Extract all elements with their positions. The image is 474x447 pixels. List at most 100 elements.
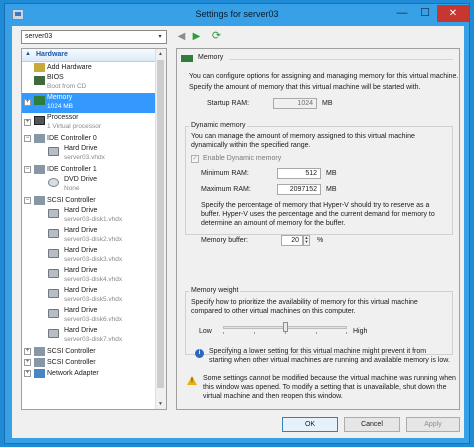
controller-icon — [34, 347, 45, 356]
collapse-icon[interactable]: − — [24, 135, 31, 142]
collapse-icon[interactable]: − — [24, 197, 31, 204]
tree-item-detail: server03-disk6.vhdx — [64, 316, 123, 323]
tree-item[interactable]: + Network Adapter — [22, 368, 156, 379]
info-icon: i — [195, 349, 204, 358]
tree-item[interactable]: Hard Drive server03-disk6.vhdx — [22, 306, 156, 326]
hard-drive-icon — [48, 309, 59, 318]
tree-item-label: Hard Drive — [64, 287, 98, 294]
memory-buffer-input[interactable]: 20 — [281, 235, 303, 246]
weight-info-line-1: Specifying a lower setting for this virt… — [209, 348, 427, 355]
tree-item-label: Hard Drive — [64, 267, 98, 274]
memory-intro-text: You can configure options for assigning … — [189, 73, 459, 80]
warning-line-1: Some settings cannot be modified because… — [203, 375, 456, 382]
memory-section-title: Memory — [198, 54, 224, 61]
maximize-button[interactable]: ☐ — [414, 5, 436, 22]
controller-icon — [34, 358, 45, 367]
collapse-icon[interactable]: − — [24, 166, 31, 173]
close-button[interactable]: ✕ — [437, 5, 469, 22]
expand-icon[interactable]: + — [24, 119, 31, 126]
expand-icon[interactable]: + — [24, 370, 31, 377]
controller-icon — [34, 134, 45, 143]
tree-item[interactable]: Hard Drive server03.vhdx — [22, 144, 156, 164]
enable-dynamic-memory-checkbox[interactable]: ✓ — [191, 155, 199, 163]
maximum-ram-label: Maximum RAM: — [201, 186, 251, 193]
tree-item[interactable]: − IDE Controller 0 — [22, 133, 156, 144]
controller-icon — [34, 165, 45, 174]
tree-item[interactable]: Hard Drive server03-disk4.vhdx — [22, 266, 156, 286]
tree-item[interactable]: DVD Drive None — [22, 175, 156, 195]
tree-item-label: Add Hardware — [47, 64, 92, 71]
buffer-desc-line-1: Specify the percentage of memory that Hy… — [201, 202, 430, 209]
minimum-ram-input[interactable]: 512 — [277, 168, 321, 179]
tree-item[interactable]: Hard Drive server03-disk1.vhdx — [22, 206, 156, 226]
tree-item-label: SCSI Controller — [47, 359, 96, 366]
memory-weight-slider-thumb[interactable] — [283, 322, 288, 332]
weight-desc-line-1: Specify how to prioritize the availabili… — [191, 299, 418, 306]
tree-item[interactable]: − IDE Controller 1 — [22, 164, 156, 175]
hardware-tree[interactable]: ▲ Hardware Add Hardware BIOS Boot from CD +… — [21, 48, 167, 410]
hard-drive-icon — [48, 209, 59, 218]
ok-button[interactable]: OK — [282, 417, 338, 432]
tree-item[interactable]: + SCSI Controller — [22, 357, 156, 368]
tree-item[interactable]: − SCSI Controller — [22, 195, 156, 206]
memory-weight-title: Memory weight — [189, 287, 241, 294]
expand-icon[interactable]: + — [24, 359, 31, 366]
tree-scrollbar[interactable]: ▲ ▼ — [155, 49, 166, 409]
dynamic-desc-line-1: You can manage the amount of memory assi… — [191, 133, 415, 140]
chevron-down-icon[interactable]: ▾ — [154, 31, 166, 43]
tree-item-label: Processor — [47, 114, 79, 121]
scroll-down-icon[interactable]: ▼ — [158, 401, 163, 407]
tree-item-label: IDE Controller 1 — [47, 166, 97, 173]
dvd-drive-icon — [48, 178, 59, 187]
hard-drive-icon — [48, 147, 59, 156]
tree-item[interactable]: Hard Drive server03-disk7.vhdx — [22, 326, 156, 346]
vm-selector-dropdown[interactable]: server03 ▾ — [21, 30, 167, 44]
hard-drive-icon — [48, 229, 59, 238]
hardware-section-header[interactable]: ▲ Hardware — [22, 49, 156, 62]
expand-icon[interactable]: + — [24, 99, 31, 106]
tree-item-detail: server03-disk1.vhdx — [64, 216, 123, 223]
refresh-icon[interactable]: ⟳ — [210, 30, 223, 43]
startup-ram-input[interactable]: 1024 — [273, 98, 317, 109]
hard-drive-icon — [48, 329, 59, 338]
back-arrow-icon[interactable]: ◀ — [175, 30, 188, 43]
scrollbar-thumb[interactable] — [157, 60, 164, 388]
tree-item-detail: 1 Virtual processor — [47, 123, 102, 130]
expand-icon[interactable]: + — [24, 348, 31, 355]
hard-drive-icon — [48, 289, 59, 298]
memory-buffer-spinner[interactable]: ▲ ▼ — [303, 235, 310, 246]
collapse-chevron-icon: ▲ — [25, 51, 31, 57]
apply-button[interactable]: Apply — [406, 417, 460, 432]
tree-item[interactable]: + Memory 1024 MB — [22, 93, 156, 113]
tree-item-label: SCSI Controller — [47, 197, 96, 204]
weight-desc-line-2: compared to other virtual machines on th… — [191, 308, 356, 315]
minimize-button[interactable]: — — [391, 5, 413, 22]
tree-item-label: Hard Drive — [64, 247, 98, 254]
weight-low-label: Low — [199, 328, 212, 335]
title-bar[interactable]: Settings for server03 — ☐ ✕ — [5, 4, 469, 26]
tree-item-detail: server03-disk7.vhdx — [64, 336, 123, 343]
tree-item[interactable]: + SCSI Controller — [22, 346, 156, 357]
slider-tick — [346, 332, 347, 334]
minimum-ram-unit: MB — [326, 170, 337, 177]
tree-item[interactable]: Hard Drive server03-disk2.vhdx — [22, 226, 156, 246]
scroll-up-icon[interactable]: ▲ — [158, 51, 163, 57]
buffer-desc-line-2: buffer. Hyper-V uses the percentage and … — [201, 211, 435, 218]
tree-item[interactable]: Hard Drive server03-disk5.vhdx — [22, 286, 156, 306]
maximum-ram-input[interactable]: 2097152 — [277, 184, 321, 195]
hardware-tree-list: ▲ Hardware Add Hardware BIOS Boot from CD +… — [22, 49, 156, 409]
tree-item[interactable]: Add Hardware — [22, 62, 156, 73]
tree-item-label: IDE Controller 0 — [47, 135, 97, 142]
network-adapter-icon — [34, 369, 45, 378]
cancel-button[interactable]: Cancel — [344, 417, 400, 432]
tree-item[interactable]: Hard Drive server03-disk3.vhdx — [22, 246, 156, 266]
tree-item[interactable]: BIOS Boot from CD — [22, 73, 156, 93]
slider-tick — [223, 332, 224, 334]
hard-drive-icon — [48, 269, 59, 278]
tree-item-detail: server03-disk2.vhdx — [64, 236, 123, 243]
tree-item[interactable]: + Processor 1 Virtual processor — [22, 113, 156, 133]
memory-icon — [181, 55, 193, 62]
maximum-ram-unit: MB — [326, 186, 337, 193]
bios-chip-icon — [34, 76, 45, 85]
forward-arrow-icon[interactable]: ▶ — [190, 30, 203, 43]
